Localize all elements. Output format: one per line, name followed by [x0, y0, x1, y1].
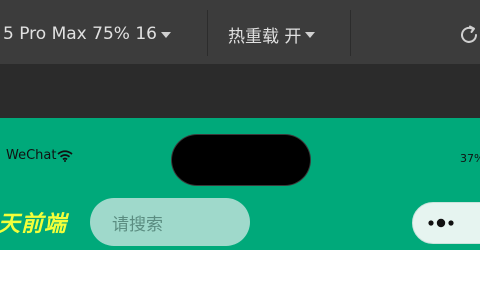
menu-capsule-button[interactable] — [412, 202, 480, 244]
toolbar-divider — [350, 10, 351, 56]
brand-title: 天前端 — [0, 212, 68, 237]
page-content — [0, 250, 480, 300]
chevron-down-icon — [305, 32, 316, 38]
search-placeholder: 请搜索 — [112, 214, 163, 235]
chevron-down-icon — [160, 32, 171, 38]
device-zoom-selector[interactable]: 5 Pro Max 75% 16 — [0, 10, 206, 58]
devtools-toolbar: 5 Pro Max 75% 16 热重载 开 — [0, 0, 480, 65]
search-input[interactable]: 请搜索 — [90, 198, 250, 246]
devtools-simulator-window: 5 Pro Max 75% 16 热重载 开 WeChat 37% 天前端 请搜… — [0, 0, 480, 300]
more-dots-icon — [428, 218, 454, 228]
simulator-backdrop — [0, 64, 480, 118]
battery-percentage: 37% — [460, 152, 480, 165]
status-bar-carrier: WeChat — [6, 148, 74, 163]
dynamic-island — [172, 135, 310, 185]
wifi-icon — [57, 149, 74, 162]
device-zoom-label: 5 Pro Max 75% 16 — [3, 24, 157, 44]
refresh-icon[interactable] — [458, 24, 480, 46]
hot-reload-selector[interactable]: 热重载 开 — [228, 10, 316, 58]
toolbar-divider — [207, 10, 208, 56]
hot-reload-label: 热重载 开 — [228, 26, 302, 47]
carrier-label: WeChat — [6, 148, 57, 163]
